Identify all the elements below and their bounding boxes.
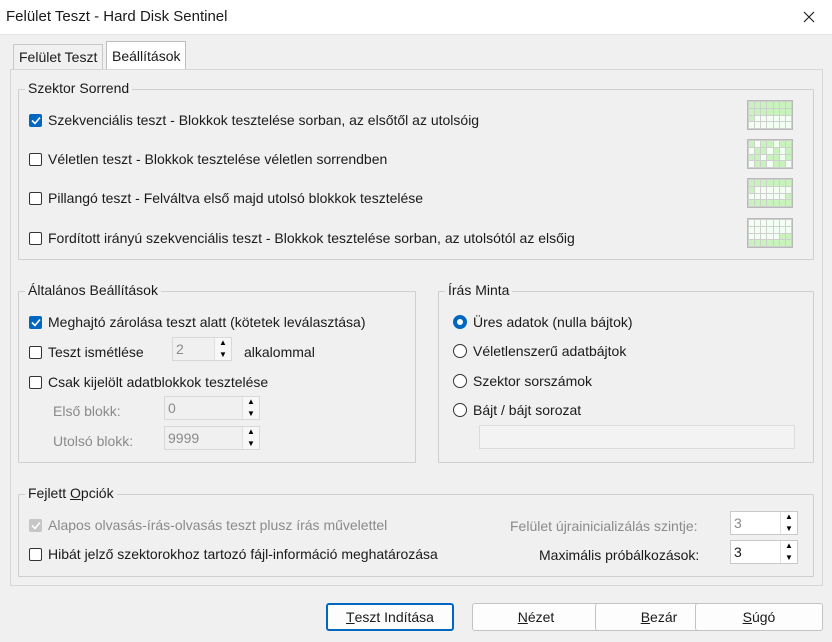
settings-panel: Szektor Sorrend Szekvenciális teszt - Bl… [10,69,823,586]
pattern-zero-radio[interactable] [453,315,467,329]
write-pattern-legend: Írás Minta [445,282,513,298]
spin-up-icon[interactable]: ▲ [247,427,255,437]
pattern-byte-sequence-option[interactable]: Bájt / bájt sorozat [453,402,581,418]
random-pattern-icon [747,139,793,169]
byte-sequence-input[interactable] [479,425,795,449]
spin-down-icon[interactable]: ▼ [219,350,227,360]
selected-blocks-checkbox[interactable] [29,375,42,389]
sequential-test-label: Szekvenciális teszt - Blokkok tesztelése… [48,112,480,128]
spin-down-icon[interactable]: ▼ [785,524,793,534]
last-block-value: 9999 [168,430,200,446]
last-block-stepper[interactable]: 9999 ▲ ▼ [164,426,260,450]
first-block-value: 0 [168,400,176,416]
pattern-zero-option[interactable]: Üres adatok (nulla bájtok) [453,314,633,330]
thorough-test-option[interactable]: Alapos olvasás-írás-olvasás teszt plusz … [29,517,387,533]
tab-strip: Felület Teszt Beállítások [0,34,832,70]
file-info-option[interactable]: Hibát jelző szektorokhoz tartozó fájl-in… [29,546,438,562]
random-test-label: Véletlen teszt - Blokkok tesztelése véle… [48,151,388,167]
first-block-label: Első blokk: [53,403,121,419]
help-button[interactable]: Súgó [695,603,823,631]
spin-up-icon[interactable]: ▲ [219,338,227,348]
pattern-sector-number-option[interactable]: Szektor sorszámok [453,373,592,389]
reverse-sequential-checkbox[interactable] [29,231,42,245]
sector-order-legend: Szektor Sorrend [25,80,133,96]
reverse-sequential-label: Fordított irányú szekvenciális teszt - B… [48,230,575,246]
butterfly-pattern-icon [747,178,793,208]
first-block-stepper[interactable]: 0 ▲ ▼ [164,396,260,420]
lock-drive-checkbox[interactable] [29,315,42,329]
pattern-byte-sequence-label: Bájt / bájt sorozat [473,402,582,418]
pattern-random-label: Véletlenszerű adatbájtok [473,343,627,359]
spin-down-icon[interactable]: ▼ [247,439,255,449]
start-test-button[interactable]: Teszt Indítása [326,603,454,631]
file-info-label: Hibát jelző szektorokhoz tartozó fájl-in… [48,546,438,562]
spin-down-icon[interactable]: ▼ [785,553,793,563]
sector-order-group: Szektor Sorrend Szekvenciális teszt - Bl… [18,80,814,260]
write-pattern-group: Írás Minta Üres adatok (nulla bájtok) Vé… [438,282,814,463]
general-settings-legend: Általános Beállítások [25,282,161,298]
random-test-checkbox[interactable] [29,152,42,166]
window-title: Felület Teszt - Hard Disk Sentinel [6,8,228,25]
repeat-count-value: 2 [176,341,184,357]
reinit-level-stepper[interactable]: 3 ▲ ▼ [730,511,798,535]
spin-up-icon[interactable]: ▲ [785,541,793,551]
pattern-random-option[interactable]: Véletlenszerű adatbájtok [453,343,626,359]
close-window-button[interactable] [786,0,832,34]
checkmark-icon [30,116,41,125]
butterfly-test-option[interactable]: Pillangó teszt - Felváltva első majd uto… [29,190,423,206]
reverse-sequential-option[interactable]: Fordított irányú szekvenciális teszt - B… [29,230,575,246]
spin-up-icon[interactable]: ▲ [785,512,793,522]
butterfly-test-label: Pillangó teszt - Felváltva első majd uto… [48,190,424,206]
reinit-level-value: 3 [734,515,742,531]
thorough-test-label: Alapos olvasás-írás-olvasás teszt plusz … [48,517,388,533]
advanced-options-group: Fejlett Opciók Alapos olvasás-írás-olvas… [18,485,814,577]
sequential-pattern-icon [747,100,793,130]
general-settings-group: Általános Beállítások Meghajtó zárolása … [18,282,416,463]
checkmark-icon [30,521,41,530]
pattern-sector-number-label: Szektor sorszámok [473,373,593,389]
advanced-options-legend: Fejlett Opciók [25,485,117,501]
view-button[interactable]: Nézet [472,603,600,631]
file-info-checkbox[interactable] [29,547,42,561]
pattern-zero-label: Üres adatok (nulla bájtok) [473,314,633,330]
max-retries-label: Maximális próbálkozások: [539,547,700,563]
pattern-sector-number-radio[interactable] [453,374,467,388]
lock-drive-label: Meghajtó zárolása teszt alatt (kötetek l… [48,314,366,330]
thorough-test-checkbox[interactable] [29,518,42,532]
spin-up-icon[interactable]: ▲ [247,397,255,407]
max-retries-value: 3 [734,544,742,560]
last-block-label: Utolsó blokk: [53,433,134,449]
repeat-suffix-label: alkalommal [244,344,315,360]
pattern-byte-sequence-radio[interactable] [453,403,467,417]
selected-blocks-label: Csak kijelölt adatblokkok tesztelése [48,374,269,390]
reinit-level-label: Felület újrainicializálás szintje: [510,518,698,534]
max-retries-stepper[interactable]: 3 ▲ ▼ [730,540,798,564]
checkmark-icon [30,318,41,327]
pattern-random-radio[interactable] [453,344,467,358]
spin-down-icon[interactable]: ▼ [247,409,255,419]
tab-surface-test[interactable]: Felület Teszt [13,44,104,69]
sequential-test-option[interactable]: Szekvenciális teszt - Blokkok tesztelése… [29,112,479,128]
butterfly-test-checkbox[interactable] [29,191,42,205]
selected-blocks-option[interactable]: Csak kijelölt adatblokkok tesztelése [29,374,268,390]
random-test-option[interactable]: Véletlen teszt - Blokkok tesztelése véle… [29,151,387,167]
repeat-count-stepper[interactable]: 2 ▲ ▼ [172,337,232,361]
lock-drive-option[interactable]: Meghajtó zárolása teszt alatt (kötetek l… [29,314,366,330]
reverse-pattern-icon [747,218,793,248]
title-bar: Felület Teszt - Hard Disk Sentinel [0,0,832,35]
repeat-test-checkbox[interactable] [29,345,42,359]
repeat-test-option[interactable]: Teszt ismétlése [29,344,144,360]
repeat-test-label: Teszt ismétlése [48,344,144,360]
tab-settings[interactable]: Beállítások [106,41,187,70]
close-icon [803,11,815,23]
sequential-test-checkbox[interactable] [29,113,42,127]
